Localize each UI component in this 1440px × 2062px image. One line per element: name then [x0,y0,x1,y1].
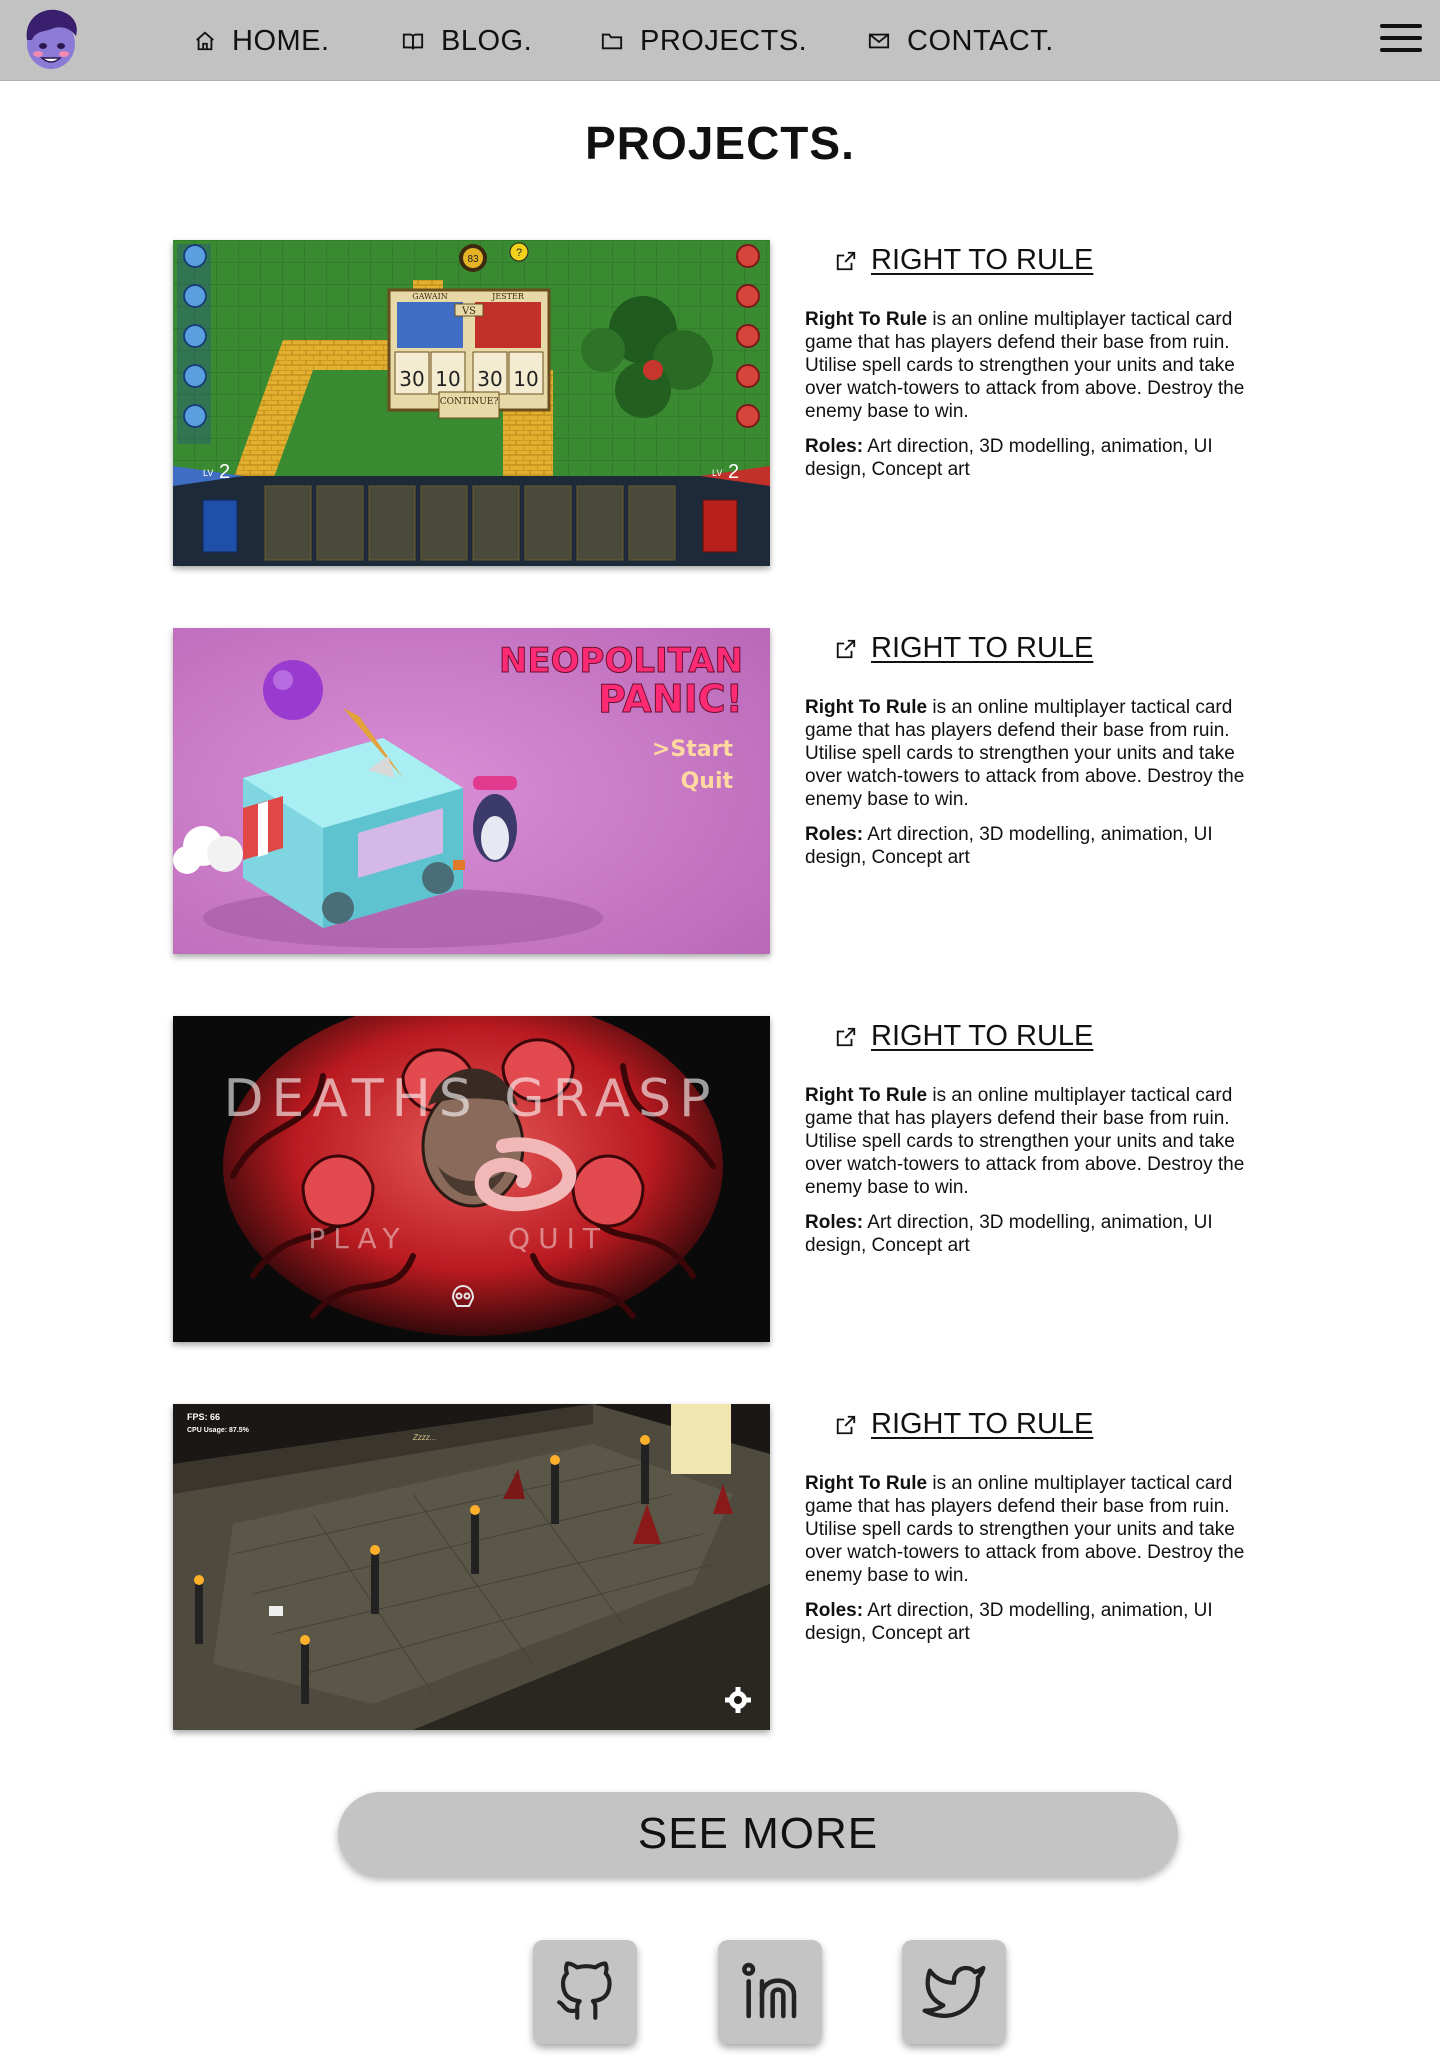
external-link-icon [836,251,856,270]
folder-icon [601,33,623,50]
external-link-icon [836,639,856,658]
external-link-icon [836,1415,856,1434]
project-description: Right To Rule is an online multiplayer t… [805,1085,1245,1198]
continue-label: CONTINUE? [440,397,499,407]
stat-0: 30 [399,367,424,391]
twitter-button[interactable] [902,1940,1006,2044]
menu-start: >Start [652,737,733,762]
twitter-icon [922,1965,986,2018]
mail-icon [868,33,890,49]
stat-2: 30 [477,367,502,391]
stat-3: 10 [513,367,538,391]
menu-quit: QUIT [508,1222,608,1255]
project-info: RIGHT TO RULE Right To Rule is an online… [805,1016,1275,1257]
menu-quit: Quit [681,769,734,794]
game-title-line2: PANIC! [598,677,743,721]
nav-contact[interactable]: CONTACT. [867,24,1054,58]
vs-label: VS [461,306,476,317]
nav-projects[interactable]: PROJECTS. [600,24,807,58]
nav-blog[interactable]: BLOG. [401,24,532,58]
level-label-left: LV [203,468,213,478]
nav-home[interactable]: HOME. [194,24,330,58]
avatar-logo[interactable] [18,6,84,72]
project-description: Right To Rule is an online multiplayer t… [805,697,1245,810]
see-more-button[interactable]: SEE MORE [338,1792,1178,1876]
stat-1: 10 [435,367,460,391]
github-icon [557,1961,612,2020]
level-label-right: LV [712,468,722,478]
cpu-usage: CPU Usage: 87.5% [187,1427,250,1434]
project-link[interactable]: RIGHT TO RULE [835,244,1275,277]
nav-home-label: HOME. [232,24,330,57]
unit-name-right: JESTER [491,292,525,301]
linkedin-icon [742,1962,797,2019]
external-link-icon [836,1027,856,1046]
project-info: RIGHT TO RULE Right To Rule is an online… [805,628,1275,869]
unit-name-left: GAWAIN [412,292,448,301]
project-info: RIGHT TO RULE Right To Rule is an online… [805,240,1275,481]
card-battle-game-screenshot[interactable]: GAWAIN JESTER VS 30 10 30 10 CONTINUE? 8… [173,240,770,566]
project-info: RIGHT TO RULE Right To Rule is an online… [805,1404,1275,1645]
deaths-grasp-game-screenshot[interactable]: DEATHS GRASP PLAY QUIT [173,1016,770,1342]
project-link[interactable]: RIGHT TO RULE [835,1020,1275,1053]
menu-play: PLAY [308,1222,407,1255]
dungeon-isometric-game-screenshot[interactable]: FPS: 66 CPU Usage: 87.5% Zzzz... [173,1404,770,1730]
fps-counter: FPS: 66 [187,1412,220,1422]
game-title: DEATHS GRASP [223,1069,718,1129]
nav-blog-label: BLOG. [441,24,533,57]
project-roles: Roles: Art direction, 3D modelling, anim… [805,824,1213,868]
project-title: RIGHT TO RULE [871,1408,1094,1440]
coin-count: 83 [467,254,479,265]
project-description: Right To Rule is an online multiplayer t… [805,1473,1245,1586]
nav-projects-label: PROJECTS. [640,24,808,57]
project-card: GAWAIN JESTER VS 30 10 30 10 CONTINUE? 8… [173,240,1273,566]
project-title: RIGHT TO RULE [871,1020,1094,1052]
project-title: RIGHT TO RULE [871,632,1094,664]
level-left: 2 [219,461,230,483]
home-icon [196,31,214,51]
project-card: DEATHS GRASP PLAY QUIT RIGHT TO RULE Rig… [173,1016,1273,1342]
hamburger-menu-icon[interactable] [1380,24,1422,56]
project-roles: Roles: Art direction, 3D modelling, anim… [805,436,1213,480]
project-title: RIGHT TO RULE [871,244,1094,276]
help-icon: ? [516,247,522,259]
project-roles: Roles: Art direction, 3D modelling, anim… [805,1212,1213,1256]
book-icon [402,33,424,50]
project-card: NEOPOLITAN PANIC! >Start Quit RIGHT TO R… [173,628,1273,954]
project-link[interactable]: RIGHT TO RULE [835,632,1275,665]
project-roles: Roles: Art direction, 3D modelling, anim… [805,1600,1213,1644]
game-title-line1: NEOPOLITAN [499,641,743,681]
nav-contact-label: CONTACT. [907,24,1054,57]
ice-cream-van-game-screenshot[interactable]: NEOPOLITAN PANIC! >Start Quit [173,628,770,954]
level-right: 2 [728,461,739,483]
github-button[interactable] [533,1940,637,2044]
project-description: Right To Rule is an online multiplayer t… [805,309,1245,422]
project-link[interactable]: RIGHT TO RULE [835,1408,1275,1441]
zzz-label: Zzzz... [412,1433,437,1442]
top-nav: HOME. BLOG. PROJECTS. CONTACT. [0,0,1440,81]
project-card: FPS: 66 CPU Usage: 87.5% Zzzz... RIGHT T… [173,1404,1273,1730]
linkedin-button[interactable] [718,1940,822,2044]
page-title: PROJECTS. [585,117,855,169]
